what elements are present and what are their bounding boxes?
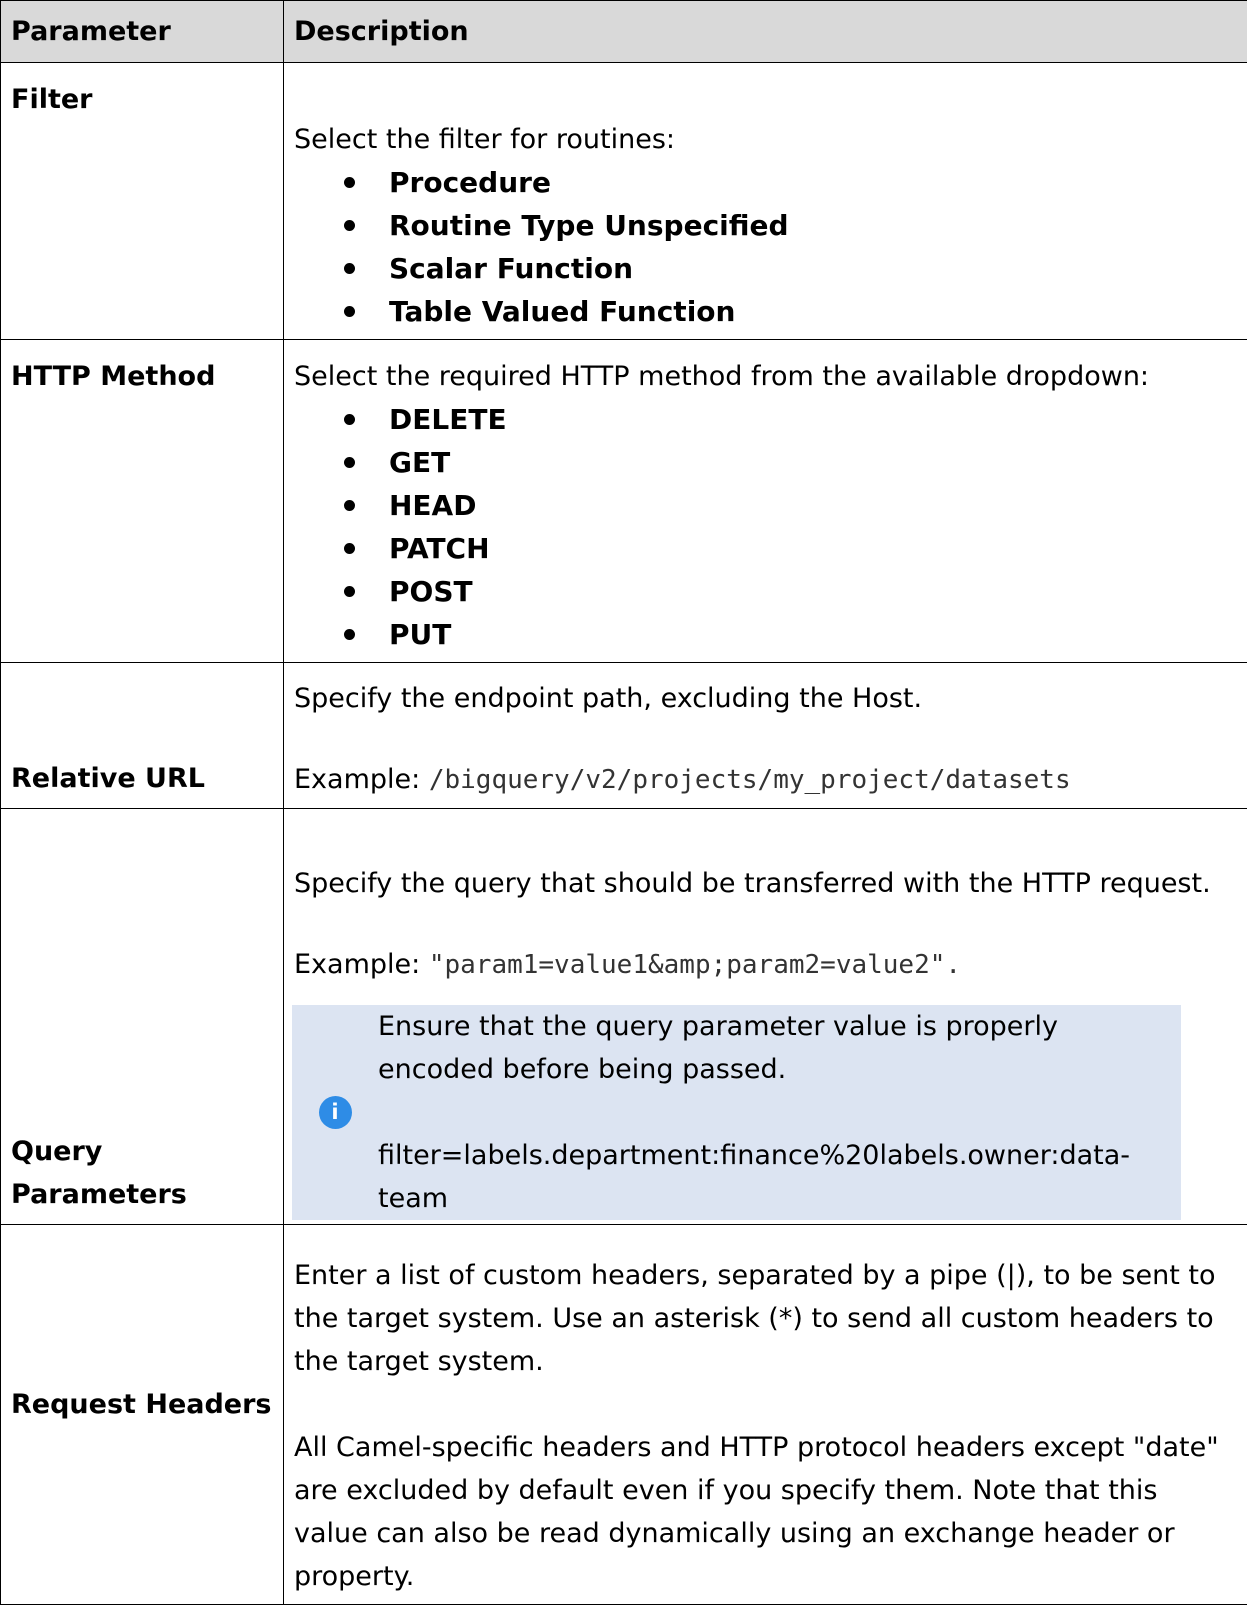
query-parameters-text: Specify the query that should be transfe… [294, 862, 1233, 905]
param-name-cell: Query Parameters [1, 809, 284, 1225]
table-row: Request Headers Enter a list of custom h… [1, 1225, 1247, 1605]
request-headers-text-2: All Camel-specific headers and HTTP prot… [294, 1426, 1233, 1598]
request-headers-text-1: Enter a list of custom headers, separate… [294, 1254, 1233, 1383]
http-method-options-list: DELETE GET HEAD PATCH POST PUT [294, 398, 1233, 656]
param-name-cell: HTTP Method [1, 340, 284, 663]
table-row: Relative URL Specify the endpoint path, … [1, 663, 1247, 809]
relative-url-text: Specify the endpoint path, excluding the… [294, 677, 1233, 720]
list-item: HEAD [389, 484, 1233, 527]
note-example: filter=labels.department:finance%20label… [378, 1134, 1165, 1220]
filter-intro: Select the filter for routines: [294, 118, 1233, 161]
param-name-cell: Relative URL [1, 663, 284, 809]
parameters-table: Parameter Description Filter Select the … [0, 0, 1247, 1605]
table-row: Query Parameters Specify the query that … [1, 809, 1247, 1225]
list-item: DELETE [389, 398, 1233, 441]
param-description-cell: Specify the endpoint path, excluding the… [284, 663, 1247, 809]
table-row: Filter Select the filter for routines: P… [1, 63, 1247, 340]
param-description-cell: Select the required HTTP method from the… [284, 340, 1247, 663]
list-item: PATCH [389, 527, 1233, 570]
example-label: Example: [294, 949, 429, 980]
param-name-relative-url: Relative URL [1, 757, 283, 808]
http-method-intro: Select the required HTTP method from the… [294, 355, 1233, 398]
list-item: PUT [389, 613, 1233, 656]
example-open-quote: " [429, 950, 445, 980]
param-description-cell: Specify the query that should be transfe… [284, 809, 1247, 1225]
param-description-cell: Select the filter for routines: Procedur… [284, 63, 1247, 340]
list-item: Routine Type Unspecified [389, 204, 1233, 247]
param-name-cell: Filter [1, 63, 284, 340]
list-item: Scalar Function [389, 247, 1233, 290]
param-name-http-method: HTTP Method [1, 340, 283, 406]
example-value: param1=value1&amp;param2=value2 [444, 950, 929, 980]
info-note: i Ensure that the query parameter value … [292, 1005, 1181, 1220]
param-name-request-headers: Request Headers [1, 1383, 283, 1446]
list-item: Table Valued Function [389, 290, 1233, 333]
example-value: /bigquery/v2/projects/my_project/dataset… [429, 765, 1071, 795]
param-name-filter: Filter [1, 63, 283, 129]
list-item: POST [389, 570, 1233, 613]
info-icon: i [319, 1096, 352, 1129]
param-name-query-parameters: Query Parameters [1, 1130, 249, 1224]
filter-options-list: Procedure Routine Type Unspecified Scala… [294, 161, 1233, 333]
list-item: Procedure [389, 161, 1233, 204]
example-label: Example: [294, 764, 429, 795]
list-item: GET [389, 441, 1233, 484]
table-row: HTTP Method Select the required HTTP met… [1, 340, 1247, 663]
note-text: Ensure that the query parameter value is… [378, 1005, 1165, 1091]
table-header-row: Parameter Description [1, 1, 1247, 63]
example-close: ". [930, 950, 961, 980]
param-name-cell: Request Headers [1, 1225, 284, 1605]
header-parameter: Parameter [1, 1, 284, 63]
param-description-cell: Enter a list of custom headers, separate… [284, 1225, 1247, 1605]
header-description: Description [284, 1, 1247, 63]
